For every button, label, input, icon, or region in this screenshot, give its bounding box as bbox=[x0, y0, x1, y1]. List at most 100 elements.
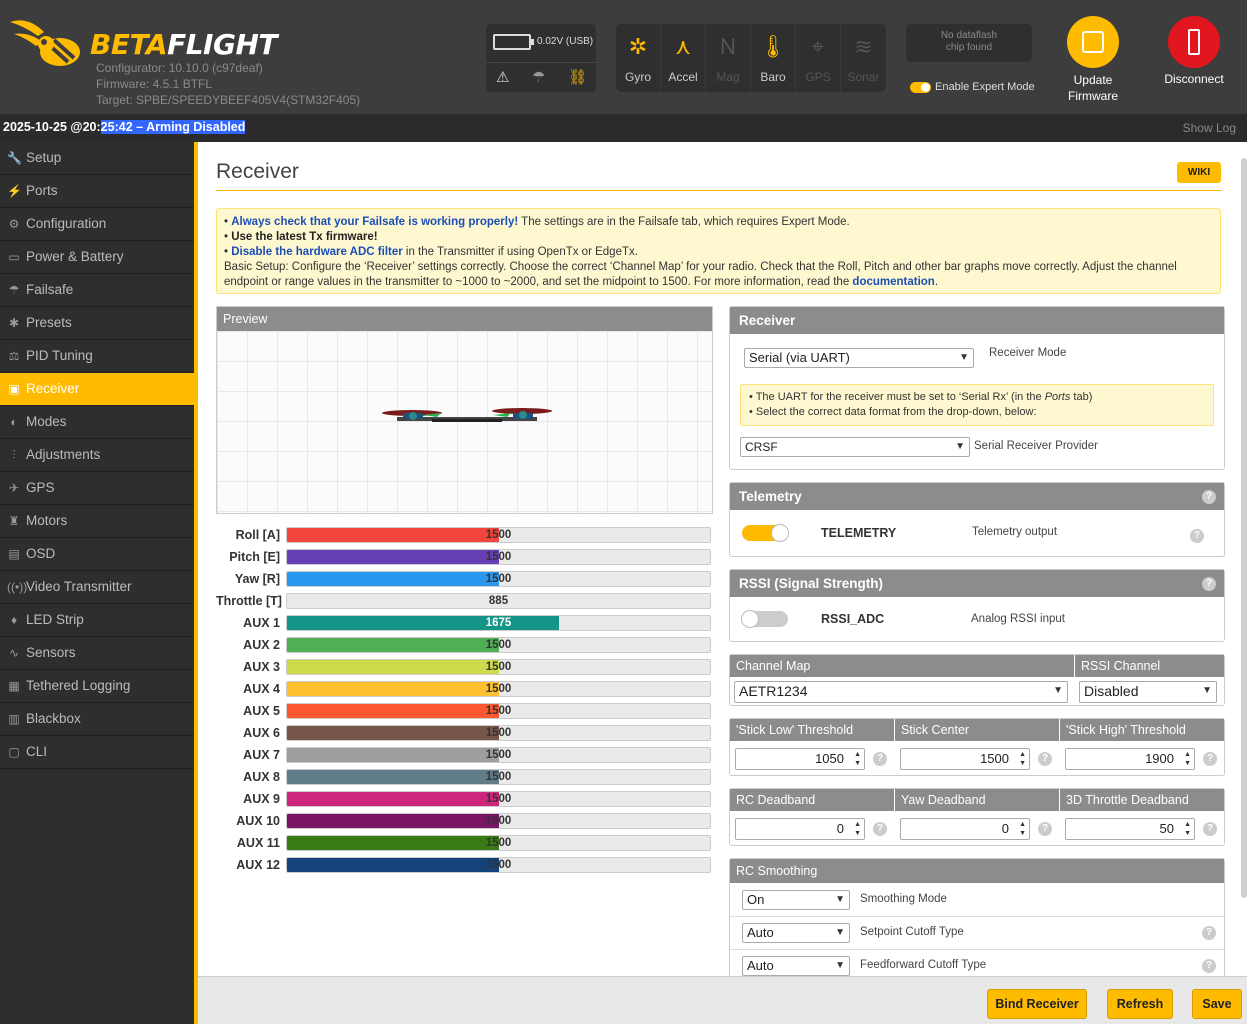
sidebar-item-label: Ports bbox=[26, 183, 58, 198]
help-icon[interactable]: ? bbox=[1038, 822, 1052, 836]
spinner-icon[interactable]: ▲ ▼ bbox=[1019, 820, 1026, 838]
channel-row: AUX 6 1500 bbox=[216, 725, 713, 741]
channel-value: 1500 bbox=[485, 661, 512, 673]
sensor-label: Sonar bbox=[847, 70, 880, 84]
channel-bar: 1675 bbox=[286, 615, 711, 631]
sidebar-item-video-transmitter[interactable]: ((•))Video Transmitter bbox=[0, 571, 194, 604]
preview-canvas bbox=[217, 331, 712, 513]
setpoint-cutoff-value: Auto bbox=[747, 925, 774, 940]
sensor-accel: ⋏ Accel bbox=[661, 24, 706, 92]
sidebar-item-sensors[interactable]: ∿ Sensors bbox=[0, 637, 194, 670]
help-icon[interactable]: ? bbox=[1190, 529, 1204, 543]
channel-row: AUX 7 1500 bbox=[216, 747, 713, 763]
channel-row: AUX 9 1500 bbox=[216, 791, 713, 807]
title-divider bbox=[216, 190, 1222, 191]
sidebar-item-failsafe[interactable]: ☂ Failsafe bbox=[0, 274, 194, 307]
help-icon[interactable]: ? bbox=[1202, 926, 1216, 940]
sensor-sonar: ≋ Sonar bbox=[841, 24, 886, 92]
channel-bar: 1500 bbox=[286, 527, 711, 543]
refresh-button[interactable]: Refresh bbox=[1107, 989, 1173, 1019]
feedforward-cutoff-select[interactable]: Auto ▼ bbox=[742, 956, 850, 976]
update-firmware-button[interactable]: Update Firmware bbox=[1062, 16, 1124, 104]
sensor-label: Gyro bbox=[624, 70, 651, 84]
wiki-button[interactable]: WIKI bbox=[1177, 162, 1221, 183]
action-bar: Bind Receiver Refresh Save bbox=[198, 976, 1247, 1024]
expert-mode-switch[interactable] bbox=[910, 81, 931, 93]
sidebar-item-motors[interactable]: ♜ Motors bbox=[0, 505, 194, 538]
sidebar-item-adjustments[interactable]: ⫶ Adjustments bbox=[0, 439, 194, 472]
spinner-icon[interactable]: ▲ ▼ bbox=[854, 820, 861, 838]
smoothing-mode-select[interactable]: On ▼ bbox=[742, 890, 850, 910]
sensor-label: Accel bbox=[668, 70, 698, 84]
sidebar-item-receiver[interactable]: ▣ Receiver bbox=[0, 373, 194, 406]
show-log-link[interactable]: Show Log bbox=[1183, 121, 1236, 135]
sidebar-item-cli[interactable]: ▢ CLI bbox=[0, 736, 194, 769]
spinner-icon[interactable]: ▲ ▼ bbox=[1184, 750, 1191, 768]
serial-provider-select[interactable]: CRSF ▼ bbox=[740, 437, 970, 457]
scrollbar[interactable] bbox=[1241, 158, 1247, 898]
rc-deadband-input[interactable]: 0 ▲ ▼ bbox=[735, 818, 865, 840]
sonar-icon: ≋ bbox=[854, 34, 873, 59]
yaw-deadband-input[interactable]: 0 ▲ ▼ bbox=[900, 818, 1030, 840]
spinner-icon[interactable]: ▲ ▼ bbox=[1184, 820, 1191, 838]
help-icon[interactable]: ? bbox=[1038, 752, 1052, 766]
stick-low-input[interactable]: 1050 ▲ ▼ bbox=[735, 748, 865, 770]
telemetry-toggle[interactable] bbox=[742, 524, 789, 542]
battery-icon bbox=[493, 34, 534, 50]
help-icon[interactable]: ? bbox=[1202, 490, 1216, 504]
logo: BETAFLIGHT Configurator: 10.10.0 (c97dea… bbox=[8, 14, 360, 109]
hint-1-end: tab) bbox=[1070, 391, 1093, 403]
save-button[interactable]: Save bbox=[1192, 989, 1242, 1019]
channel-bar: 1500 bbox=[286, 571, 711, 587]
sidebar-item-modes[interactable]: ◐ Modes bbox=[0, 406, 194, 439]
stick-center-input[interactable]: 1500 ▲ ▼ bbox=[900, 748, 1030, 770]
bind-receiver-button[interactable]: Bind Receiver bbox=[987, 989, 1087, 1019]
sidebar-item-gps[interactable]: ✈ GPS bbox=[0, 472, 194, 505]
update-firmware-circle[interactable] bbox=[1067, 16, 1119, 68]
preview-panel: Preview bbox=[216, 306, 713, 514]
help-icon[interactable]: ? bbox=[1203, 752, 1217, 766]
help-icon[interactable]: ? bbox=[1203, 822, 1217, 836]
broadcast-icon: ((•)) bbox=[7, 580, 28, 594]
documentation-link[interactable]: documentation bbox=[852, 276, 934, 288]
sidebar-item-led-strip[interactable]: ♦ LED Strip bbox=[0, 604, 194, 637]
help-icon[interactable]: ? bbox=[873, 752, 887, 766]
sidebar-item-setup[interactable]: 🔧 Setup bbox=[0, 142, 194, 175]
status-icons: ⚠ ☂ ⛓ bbox=[486, 62, 596, 92]
sidebar-item-presets[interactable]: ✱ Presets bbox=[0, 307, 194, 340]
channel-row: Pitch [E] 1500 bbox=[216, 549, 713, 565]
note-3-text: in the Transmitter if using OpenTx or Ed… bbox=[402, 246, 638, 258]
spinner-icon[interactable]: ▲ ▼ bbox=[1019, 750, 1026, 768]
setpoint-cutoff-select[interactable]: Auto ▼ bbox=[742, 923, 850, 943]
sidebar-item-power-battery[interactable]: ▭ Power & Battery bbox=[0, 241, 194, 274]
sidebar-item-pid-tuning[interactable]: ⚖ PID Tuning bbox=[0, 340, 194, 373]
gyro-icon: ✲ bbox=[628, 34, 648, 59]
chevron-down-icon: ▼ bbox=[835, 927, 845, 938]
sidebar-item-blackbox[interactable]: ▥ Blackbox bbox=[0, 703, 194, 736]
channel-label: AUX 7 bbox=[243, 748, 280, 762]
expert-mode-toggle[interactable]: Enable Expert Mode bbox=[910, 81, 1035, 93]
help-icon[interactable]: ? bbox=[1202, 959, 1216, 973]
help-icon[interactable]: ? bbox=[1202, 577, 1216, 591]
preview-title: Preview bbox=[217, 307, 712, 331]
channel-value: 1500 bbox=[485, 639, 512, 651]
accel-icon: ⋏ bbox=[674, 34, 692, 59]
channel-map-input[interactable]: AETR1234 ▼ bbox=[734, 681, 1068, 703]
telemetry-name: TELEMETRY bbox=[821, 526, 897, 540]
failsafe-link[interactable]: Always check that your Failsafe is worki… bbox=[231, 216, 518, 228]
receiver-mode-select[interactable]: Serial (via UART) ▼ bbox=[744, 348, 974, 368]
rssi-channel-select[interactable]: Disabled ▼ bbox=[1079, 681, 1217, 703]
sidebar-item-configuration[interactable]: ⚙ Configuration bbox=[0, 208, 194, 241]
stick-high-input[interactable]: 1900 ▲ ▼ bbox=[1065, 748, 1195, 770]
receiver-hint-2: • Select the correct data format from th… bbox=[749, 406, 1037, 418]
sidebar-item-tethered-logging[interactable]: ▦ Tethered Logging bbox=[0, 670, 194, 703]
disconnect-button[interactable]: Disconnect bbox=[1158, 16, 1230, 86]
help-icon[interactable]: ? bbox=[873, 822, 887, 836]
rssi-adc-toggle[interactable] bbox=[741, 610, 788, 628]
spinner-icon[interactable]: ▲ ▼ bbox=[854, 750, 861, 768]
throttle-deadband-input[interactable]: 50 ▲ ▼ bbox=[1065, 818, 1195, 840]
sidebar-item-ports[interactable]: ⚡ Ports bbox=[0, 175, 194, 208]
adc-filter-link[interactable]: Disable the hardware ADC filter bbox=[231, 246, 402, 258]
disconnect-circle[interactable] bbox=[1168, 16, 1220, 68]
sidebar-item-osd[interactable]: ▤ OSD bbox=[0, 538, 194, 571]
